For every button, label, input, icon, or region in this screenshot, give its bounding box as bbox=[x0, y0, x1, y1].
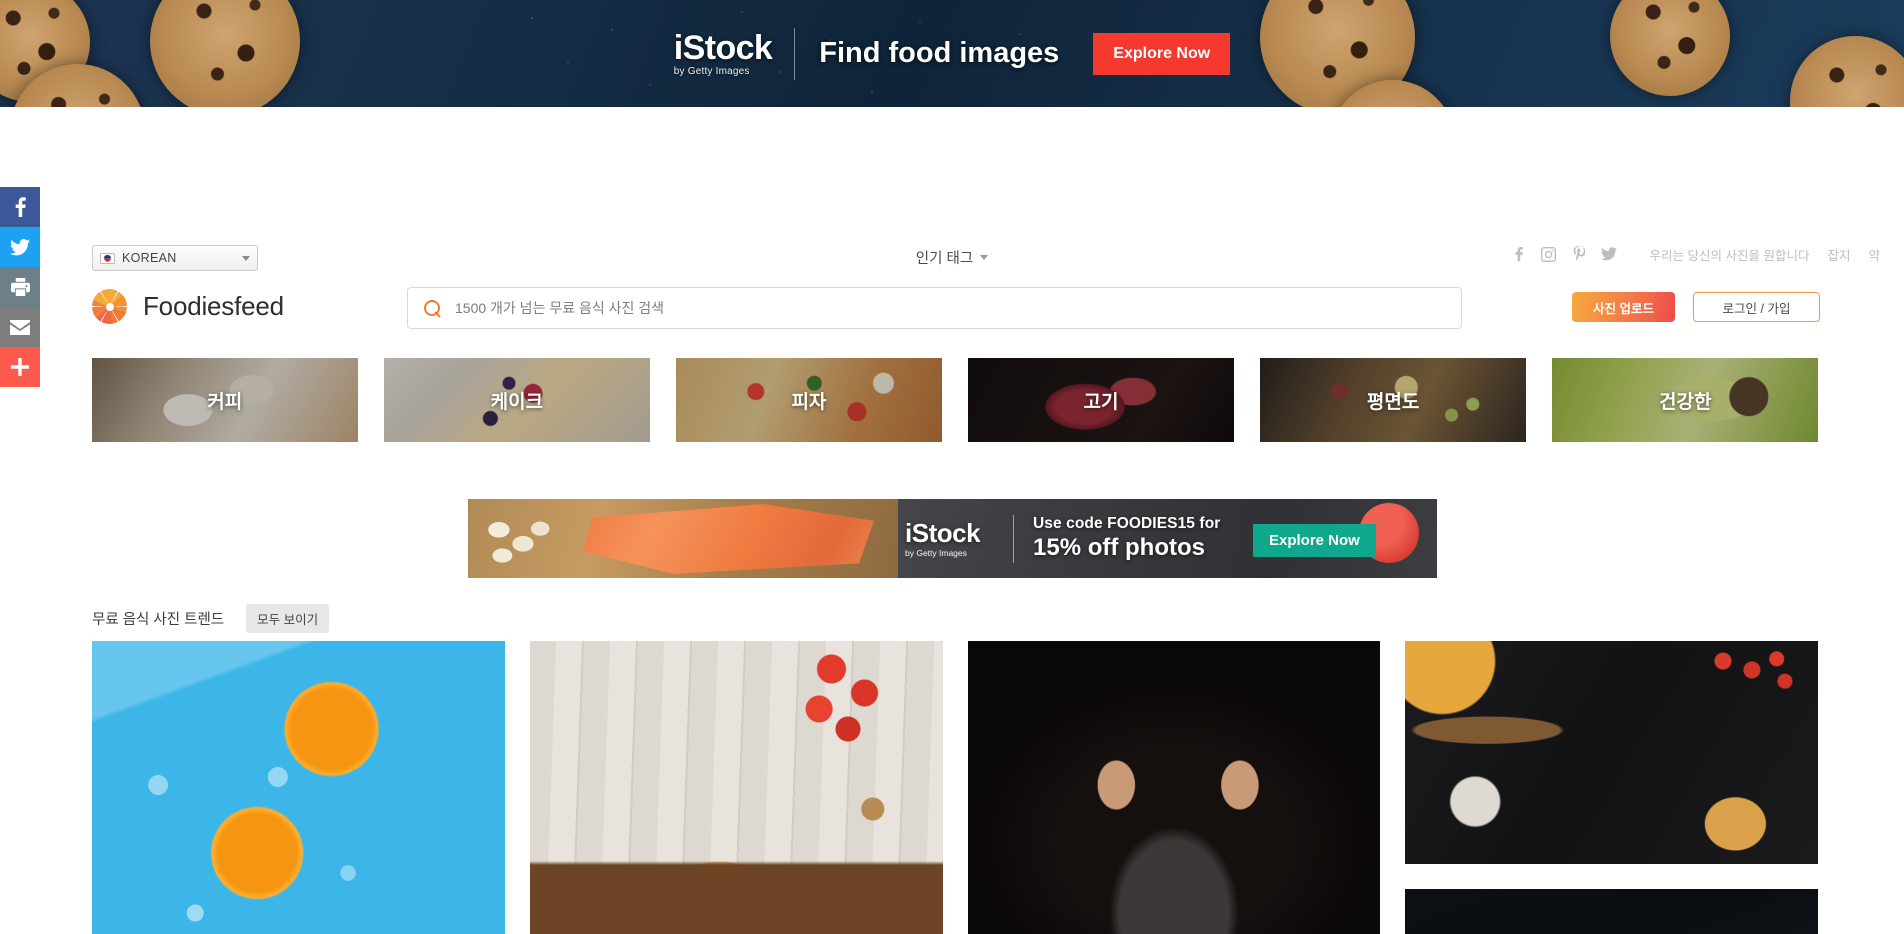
brand-logo-link[interactable]: Foodiesfeed bbox=[92, 289, 284, 324]
instagram-link[interactable] bbox=[1534, 243, 1564, 265]
category-label: 커피 bbox=[207, 391, 243, 413]
facebook-icon bbox=[15, 197, 26, 217]
share-email-button[interactable] bbox=[0, 307, 40, 347]
share-facebook-button[interactable] bbox=[0, 187, 40, 227]
category-tile-cake[interactable]: 케이크 bbox=[384, 358, 650, 442]
divider bbox=[1013, 515, 1014, 563]
category-label: 고기 bbox=[1083, 391, 1119, 413]
photo-card-burger-tray-flatlay[interactable] bbox=[529, 641, 943, 934]
pinterest-icon bbox=[1573, 246, 1585, 261]
korean-flag-icon bbox=[100, 252, 115, 264]
mid-banner-copy: Use code FOODIES15 for 15% off photos bbox=[1033, 515, 1220, 562]
twitter-link[interactable] bbox=[1594, 243, 1624, 265]
mid-banner-explore-button[interactable]: Explore Now bbox=[1253, 524, 1376, 557]
utility-bar bbox=[0, 107, 1904, 159]
istock-wordmark: iStock bbox=[673, 28, 773, 67]
grid-column bbox=[967, 641, 1381, 934]
photo-card-baker-hands-flour[interactable] bbox=[967, 641, 1381, 934]
top-istock-banner[interactable]: iStock by Getty Images Find food images … bbox=[0, 0, 1904, 107]
site-header bbox=[0, 159, 1904, 231]
category-label: 케이크 bbox=[490, 391, 544, 413]
category-tile-healthy[interactable]: 건강한 bbox=[1552, 358, 1818, 442]
category-label: 피자 bbox=[791, 391, 827, 413]
photo-grid bbox=[92, 641, 1818, 934]
upload-photo-button[interactable]: 사진 업로드 bbox=[1572, 292, 1675, 322]
promo-line-1: Use code FOODIES15 for bbox=[1033, 515, 1221, 532]
section-header: 무료 음식 사진 트렌드 모두 보이기 bbox=[92, 604, 330, 633]
utility-right-group: 우리는 당신의 사진을 원합니다 잡지 약 bbox=[1504, 243, 1880, 265]
facebook-link[interactable] bbox=[1504, 243, 1534, 265]
istock-byline: by Getty Images bbox=[673, 65, 750, 77]
istock-byline: by Getty Images bbox=[905, 547, 967, 558]
twitter-icon bbox=[1600, 247, 1617, 261]
util-link-about[interactable]: 약 bbox=[1868, 245, 1880, 264]
envelope-icon bbox=[10, 319, 30, 335]
instagram-icon bbox=[1541, 246, 1557, 262]
plus-icon bbox=[11, 358, 29, 376]
category-label: 평면도 bbox=[1366, 391, 1420, 413]
language-selector[interactable]: KOREAN bbox=[92, 245, 258, 271]
search-box[interactable] bbox=[407, 287, 1462, 329]
category-tile-flatlay[interactable]: 평면도 bbox=[1260, 358, 1526, 442]
login-signup-button[interactable]: 로그인 / 가입 bbox=[1693, 292, 1820, 322]
top-banner-explore-button[interactable]: Explore Now bbox=[1093, 32, 1231, 75]
show-all-button[interactable]: 모두 보이기 bbox=[246, 604, 330, 633]
social-share-rail bbox=[0, 187, 40, 387]
twitter-icon bbox=[10, 238, 30, 255]
util-link-submit-photos[interactable]: 우리는 당신의 사진을 원합니다 bbox=[1650, 245, 1810, 264]
section-title: 무료 음식 사진 트렌드 bbox=[92, 612, 225, 628]
search-input[interactable] bbox=[455, 300, 1415, 316]
util-link-magazine[interactable]: 잡지 bbox=[1827, 245, 1850, 264]
share-print-button[interactable] bbox=[0, 267, 40, 307]
photo-card-orange-slices-on-blue[interactable] bbox=[92, 641, 505, 934]
brand-name: Foodiesfeed bbox=[143, 291, 284, 321]
category-tile-pizza[interactable]: 피자 bbox=[676, 358, 942, 442]
istock-wordmark: iStock bbox=[905, 517, 981, 548]
search-icon bbox=[424, 299, 441, 317]
aperture-icon bbox=[92, 289, 127, 324]
istock-logo-lockup: iStock by Getty Images bbox=[673, 27, 796, 80]
category-label: 건강한 bbox=[1658, 391, 1712, 413]
category-tile-meat[interactable]: 고기 bbox=[968, 358, 1234, 442]
share-more-button[interactable] bbox=[0, 347, 40, 387]
chevron-down-icon bbox=[242, 255, 250, 261]
photo-card-dark-pan-photo[interactable] bbox=[1405, 889, 1818, 934]
top-banner-headline: Find food images bbox=[819, 37, 1060, 69]
facebook-icon bbox=[1515, 246, 1523, 262]
language-label: KOREAN bbox=[122, 251, 177, 265]
chevron-down-icon[interactable] bbox=[980, 255, 989, 260]
share-twitter-button[interactable] bbox=[0, 227, 40, 267]
promo-line-2: 15% off photos bbox=[1033, 534, 1205, 561]
popular-tags-label[interactable]: 인기 태그 bbox=[916, 247, 973, 268]
page-content: KOREAN 인기 태그 우리는 당신의 사진을 원합니다 잡지 약 Foodi… bbox=[0, 107, 1904, 934]
grid-column bbox=[92, 641, 505, 934]
divider bbox=[794, 27, 796, 80]
pinterest-link[interactable] bbox=[1564, 243, 1594, 265]
category-tiles: 커피 케이크 피자 고기 평면도 건강한 bbox=[92, 358, 1818, 442]
istock-logo-lockup: iStock by Getty Images bbox=[905, 517, 981, 558]
photo-card-pizza-dark-slate[interactable] bbox=[1405, 641, 1818, 864]
grid-column bbox=[529, 641, 943, 934]
category-tile-coffee[interactable]: 커피 bbox=[92, 358, 358, 442]
printer-icon bbox=[10, 278, 30, 296]
grid-column bbox=[1405, 641, 1818, 934]
mid-istock-banner[interactable]: iStock by Getty Images Use code FOODIES1… bbox=[468, 499, 1437, 578]
